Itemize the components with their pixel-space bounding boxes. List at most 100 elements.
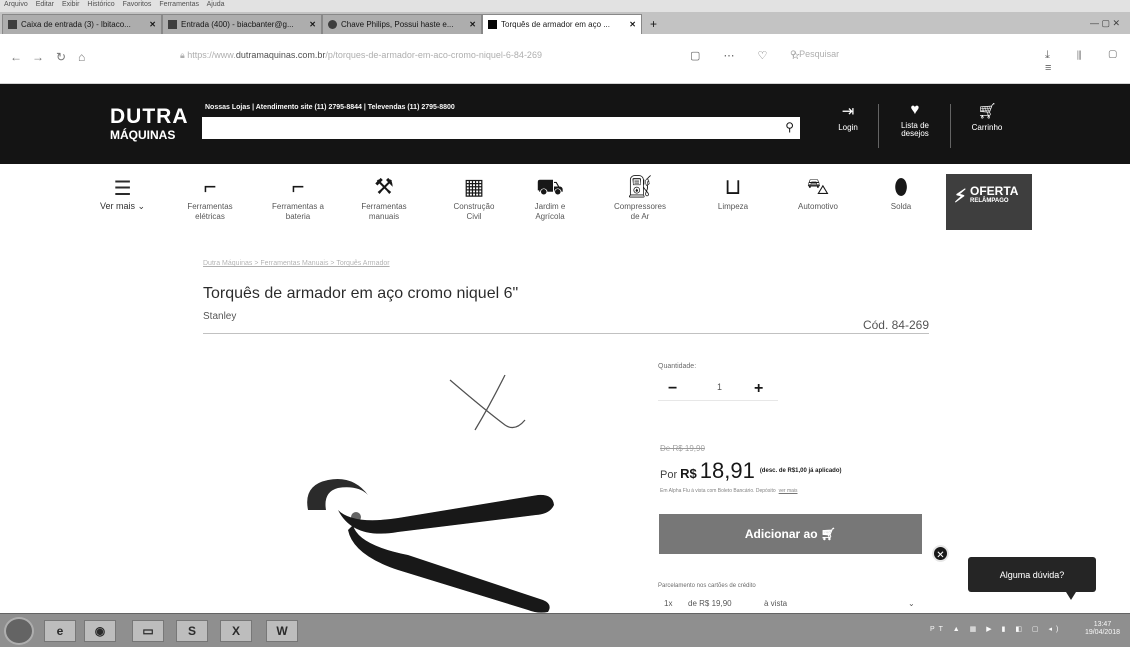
cart-icon: 🛒︎ [977, 103, 997, 120]
start-button-icon[interactable] [4, 617, 34, 645]
menu-item-ajuda[interactable]: Ajuda [207, 1, 225, 8]
header-contacts[interactable]: Nossas Lojas | Atendimento site (11) 279… [205, 104, 455, 111]
tab-torques[interactable]: Torquês de armador em aço ... ✕ [482, 14, 642, 34]
address-bar[interactable]: 🔒︎ https://www.dutramaquinas.com.br/p/to… [180, 50, 542, 61]
category-solda[interactable]: ⬮ Solda [866, 174, 936, 212]
quantity-label: Quantidade: [658, 363, 697, 370]
back-icon[interactable]: ← [10, 50, 22, 64]
category-label: Ferramentas [361, 202, 407, 211]
heart-icon: ♥ [910, 101, 920, 118]
url-path: /p/torques-de-armador-em-aco-cromo-nique… [325, 50, 542, 60]
ver-mais-menu[interactable]: ☰ Ver mais ⌄ [100, 176, 145, 212]
category-ferramentas-bateria[interactable]: ⌐ Ferramentas a bateria [263, 174, 333, 221]
login-button[interactable]: ⇥ Login [828, 102, 868, 132]
oferta-label: OFERTA [970, 184, 1019, 198]
menu-item-historico[interactable]: Histórico [87, 1, 114, 8]
tab-inbox-2[interactable]: Entrada (400) - biacbanter@g... ✕ [162, 14, 322, 34]
login-icon: ⇥ [841, 103, 855, 120]
category-compressores[interactable]: ⛽︎ Compressores de Ar [605, 174, 675, 221]
clock[interactable]: 13:47 19/04/2018 [1085, 621, 1120, 638]
installment-type: à vista [764, 599, 788, 608]
close-tab-icon[interactable]: ✕ [309, 20, 316, 29]
category-automotivo[interactable]: ⛍ Automotivo [783, 174, 853, 212]
url-prefix: https://www. [187, 50, 236, 60]
oferta-relampago-banner[interactable]: ⚡︎ OFERTA RELÂMPAGO [946, 174, 1032, 230]
category-ferramentas-manuais[interactable]: ⚒ Ferramentas manuais [349, 174, 419, 221]
tab-label: Torquês de armador em aço ... [501, 20, 610, 29]
cart-button[interactable]: 🛒︎ Carrinho [965, 102, 1009, 132]
tab-label: Caixa de entrada (3) - lbitaco... [21, 20, 131, 29]
close-tab-icon[interactable]: ✕ [629, 20, 636, 29]
menu-item-favoritos[interactable]: Favoritos [123, 1, 152, 8]
price-line: Por R$ 18,91 (desc. de R$1,00 já aplicado) [660, 458, 842, 484]
product-brand[interactable]: Stanley [203, 311, 236, 322]
quantity-divider [658, 400, 778, 401]
relampago-label: RELÂMPAGO [970, 198, 1009, 204]
installment-count: 1x [664, 599, 673, 608]
url-domain: dutramaquinas.com.br [235, 50, 326, 60]
compressor-icon: ⛽︎ [626, 174, 654, 199]
wishlist-button[interactable]: ♥ Lista de desejos [890, 101, 940, 139]
tab-strip: Caixa de entrada (3) - lbitaco... ✕ Entra… [0, 12, 1130, 34]
category-jardim-agricola[interactable]: ⛟ Jardim e Agrícola [515, 174, 585, 221]
category-bar: ☰ Ver mais ⌄ ⌐ Ferramentas elétricas ⌐ F… [0, 164, 1130, 240]
library-icons[interactable]: ⤓ ⦀ ▢ ≡ [1045, 49, 1130, 74]
search-icon[interactable]: ⚲ [785, 120, 794, 134]
help-chat-bubble[interactable]: Alguma dúvida? [968, 557, 1096, 600]
category-label: manuais [368, 211, 400, 221]
menu-item-ferramentas[interactable]: Ferramentas [159, 1, 199, 8]
skype-icon[interactable]: S [176, 620, 208, 642]
window-controls-icon[interactable]: — ▢ ✕ [1080, 18, 1130, 34]
category-label: Jardim e [534, 202, 566, 211]
chevron-down-icon: ⌄ [908, 599, 915, 608]
help-label: Alguma dúvida? [999, 570, 1065, 580]
browser-search-field[interactable]: ⚲ Pesquisar [790, 49, 839, 60]
excel-icon[interactable]: X [220, 620, 252, 642]
home-icon[interactable]: ⌂ [78, 50, 85, 64]
forward-icon[interactable]: → [32, 50, 44, 64]
menu-item-editar[interactable]: Editar [36, 1, 54, 8]
product-image-pliers[interactable] [298, 470, 568, 613]
ie-icon[interactable]: e [44, 620, 76, 642]
menu-item-exibir[interactable]: Exibir [62, 1, 80, 8]
page-title: Torquês de armador em aço cromo niquel 6… [203, 285, 519, 302]
reload-icon[interactable]: ↻ [56, 50, 66, 64]
category-construcao-civil[interactable]: ▦ Construção Civil [439, 174, 509, 221]
folder-icon[interactable]: ▭ [132, 620, 164, 642]
search-placeholder: Pesquisar [799, 49, 840, 59]
os-taskbar: e ◉ ▭ S X W PT ▲ ▦ ▶ ▮ ◧ ▢ ◂) 13:47 19/04… [0, 613, 1130, 647]
language-indicator: PT [930, 626, 947, 633]
increase-quantity-button[interactable]: + [754, 380, 763, 398]
category-label: de Ar [630, 211, 650, 221]
category-label: Ferramentas a [271, 202, 325, 211]
tab-label: Chave Philips, Possui haste e... [341, 20, 454, 29]
quantity-input[interactable]: 1 [717, 382, 722, 392]
menu-item-arquivo[interactable]: Arquivo [4, 1, 28, 8]
site-logo[interactable]: DUTRA MÁQUINAS [110, 106, 189, 141]
tab-chave-philips[interactable]: Chave Philips, Possui haste e... ✕ [322, 14, 482, 34]
close-help-button[interactable]: ✕ [932, 545, 949, 562]
price-currency: R$ [680, 466, 697, 481]
login-label: Login [838, 123, 858, 132]
browser-icon[interactable]: ◉ [84, 620, 116, 642]
close-tab-icon[interactable]: ✕ [149, 20, 156, 29]
tab-label: Entrada (400) - biacbanter@g... [181, 20, 294, 29]
system-tray[interactable]: PT ▲ ▦ ▶ ▮ ◧ ▢ ◂) [930, 625, 1062, 633]
category-limpeza[interactable]: ⊔ Limpeza [698, 174, 768, 212]
decrease-quantity-button[interactable]: − [668, 380, 677, 398]
category-ferramentas-eletricas[interactable]: ⌐ Ferramentas elétricas [175, 174, 245, 221]
add-to-cart-button[interactable]: Adicionar ao 🛒︎ [659, 514, 922, 554]
word-icon[interactable]: W [266, 620, 298, 642]
category-label: Limpeza [717, 202, 749, 211]
close-tab-icon[interactable]: ✕ [469, 20, 476, 29]
category-label: elétricas [195, 211, 225, 221]
wishlist-label-2: desejos [901, 129, 929, 139]
bricks-icon: ▦ [463, 174, 485, 199]
new-tab-icon[interactable]: + [642, 17, 665, 34]
tab-inbox-1[interactable]: Caixa de entrada (3) - lbitaco... ✕ [2, 14, 162, 34]
category-label: Automotivo [797, 202, 839, 211]
ver-mais-link[interactable]: ver mais [779, 488, 798, 494]
installments-label: Parcelamento nos cartões de crédito [658, 583, 756, 589]
breadcrumb[interactable]: Dutra Máquinas > Ferramentas Manuais > T… [203, 260, 390, 267]
site-search-input[interactable]: ⚲ [202, 117, 800, 139]
